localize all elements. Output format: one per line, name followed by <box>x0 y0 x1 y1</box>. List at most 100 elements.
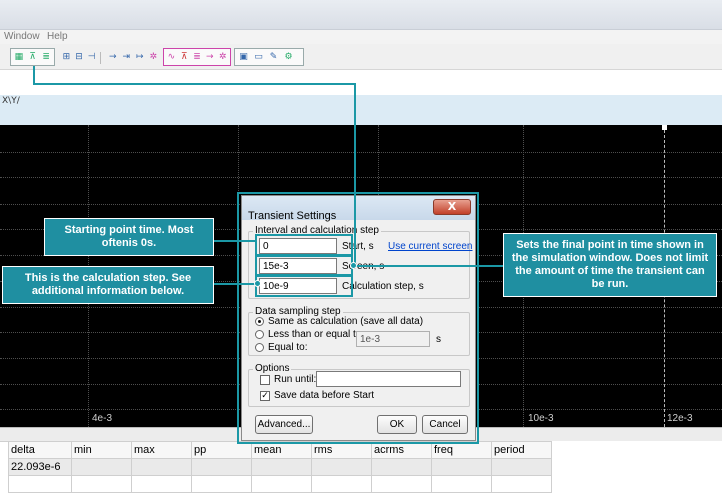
arrow-icon[interactable]: → <box>204 51 215 64</box>
app-window: Window Help ▦ ⊼ ≣ ⊞ ⊟ ⊣ → ⇥ ↦ ✲ ∿ ⊼ ≣ → … <box>0 0 722 500</box>
connector-line <box>33 83 355 85</box>
toolbar-separator <box>100 52 101 64</box>
col-header[interactable]: max <box>131 441 192 459</box>
star-icon[interactable]: ✲ <box>217 51 228 64</box>
col-header[interactable]: min <box>71 441 132 459</box>
export-icon[interactable]: ⊣ <box>86 51 97 64</box>
menu-window[interactable]: Window <box>4 31 40 42</box>
toolbar: ▦ ⊼ ≣ ⊞ ⊟ ⊣ → ⇥ ↦ ✲ ∿ ⊼ ≣ → ✲ ▣ ▭ ✎ ⚙ <box>0 44 722 70</box>
tab-strip: X\Y/ <box>0 95 722 125</box>
options-group-label: Options <box>253 363 292 374</box>
print-icon[interactable]: ▣ <box>237 51 250 64</box>
col-header[interactable]: pp <box>191 441 252 459</box>
menu-help[interactable]: Help <box>47 31 68 42</box>
table-cell[interactable] <box>71 458 132 476</box>
table-cell[interactable] <box>131 458 192 476</box>
callout-screen-time: Sets the final point in time shown in th… <box>503 233 717 297</box>
list-run-icon[interactable]: ≣ <box>192 51 203 64</box>
use-current-screen-link[interactable]: Use current screen <box>388 241 472 252</box>
cancel-button[interactable]: Cancel <box>422 415 468 434</box>
tab-xy[interactable]: X\Y/ <box>2 96 20 106</box>
col-header[interactable]: mean <box>251 441 312 459</box>
probe-icon[interactable]: ✲ <box>148 51 160 64</box>
step-label: Calculation step, s <box>342 281 424 292</box>
list-icon[interactable]: ≣ <box>40 51 52 64</box>
table-cell[interactable] <box>371 458 432 476</box>
col-header[interactable]: freq <box>431 441 492 459</box>
table-header-row: delta min max pp mean rms acrms freq per… <box>8 441 552 459</box>
table-cell[interactable] <box>431 458 492 476</box>
run-until-input[interactable] <box>316 371 461 387</box>
menu-bar: Window Help <box>0 30 722 44</box>
table-icon[interactable]: ⊞ <box>61 51 72 64</box>
close-button[interactable]: X <box>433 199 471 215</box>
table-cell[interactable] <box>251 475 312 493</box>
callout-start-time: Starting point time. Most oftenis 0s. <box>44 218 214 256</box>
table-cell[interactable] <box>311 458 372 476</box>
callout-calculation-step: This is the calculation step. See additi… <box>2 266 214 304</box>
table-left-edge <box>0 441 8 500</box>
connector-line <box>213 283 257 285</box>
transient-run-icon[interactable]: ⊼ <box>179 51 190 64</box>
x-tick-label: 10e-3 <box>528 413 554 424</box>
col-header[interactable]: delta <box>8 441 72 459</box>
sampling-unit: s <box>436 334 441 345</box>
settings-icon[interactable]: ⚙ <box>282 51 295 64</box>
connector-dot <box>254 280 261 287</box>
table-cell[interactable] <box>191 458 252 476</box>
save-data-checkbox[interactable]: ✓ <box>260 391 270 401</box>
col-header[interactable]: period <box>491 441 552 459</box>
cursor-next-icon[interactable]: ⇥ <box>121 51 133 64</box>
radio-equal-label: Equal to: <box>268 342 308 353</box>
radio-equal-to[interactable] <box>255 343 264 352</box>
sampling-input[interactable] <box>356 331 430 347</box>
wave-icon[interactable]: ∿ <box>166 51 177 64</box>
col-header[interactable]: rms <box>311 441 372 459</box>
marker-icon[interactable]: ↦ <box>134 51 146 64</box>
table-cell[interactable] <box>71 475 132 493</box>
connector-dot <box>350 262 357 269</box>
cursor-icon[interactable]: → <box>107 51 119 64</box>
table-cell[interactable]: 22.093e-6 <box>8 458 72 476</box>
toolbar-group-tools: ▣ ▭ ✎ ⚙ <box>234 48 304 66</box>
connector-line <box>33 66 35 84</box>
measurements-table: delta min max pp mean rms acrms freq per… <box>8 441 552 493</box>
window-icon[interactable]: ▭ <box>252 51 265 64</box>
dialog-title-bar[interactable]: Transient Settings X <box>242 196 475 222</box>
x-tick-label: 12e-3 <box>667 413 693 424</box>
title-bar <box>0 0 722 30</box>
table-cell[interactable] <box>491 475 552 493</box>
time-cursor-handle[interactable] <box>662 125 667 130</box>
run-until-checkbox[interactable] <box>260 375 270 385</box>
col-header[interactable]: acrms <box>371 441 432 459</box>
ok-button[interactable]: OK <box>377 415 417 434</box>
pencil-icon[interactable]: ✎ <box>267 51 280 64</box>
table-row[interactable] <box>8 475 552 493</box>
run-until-label: Run until: <box>274 374 317 385</box>
toolbar-group-table: ⊞ ⊟ ⊣ <box>58 48 100 66</box>
save-data-label: Save data before Start <box>274 390 375 401</box>
connector-line <box>354 83 356 265</box>
grid-icon[interactable]: ▦ <box>13 51 25 64</box>
toolbar-group-wave: ∿ ⊼ ≣ → ✲ <box>163 48 231 66</box>
table-cell[interactable] <box>251 458 312 476</box>
table-icon-2[interactable]: ⊟ <box>74 51 85 64</box>
transient-icon[interactable]: ⊼ <box>27 51 39 64</box>
dialog-title: Transient Settings <box>248 210 337 222</box>
table-cell[interactable] <box>371 475 432 493</box>
table-row[interactable]: 22.093e-6 <box>8 458 552 476</box>
x-tick-label: 4e-3 <box>92 413 113 424</box>
table-cell[interactable] <box>8 475 72 493</box>
connector-line <box>213 240 257 242</box>
advanced-button[interactable]: Advanced... <box>255 415 313 434</box>
radio-same-label: Same as calculation (save all data) <box>268 316 424 327</box>
radio-less-than[interactable] <box>255 330 264 339</box>
table-cell[interactable] <box>431 475 492 493</box>
step-highlight <box>255 274 353 297</box>
table-cell[interactable] <box>131 475 192 493</box>
table-cell[interactable] <box>311 475 372 493</box>
radio-less-label: Less than or equal to: <box>268 329 365 340</box>
radio-same-as-calculation[interactable] <box>255 317 264 326</box>
table-cell[interactable] <box>191 475 252 493</box>
table-cell[interactable] <box>491 458 552 476</box>
